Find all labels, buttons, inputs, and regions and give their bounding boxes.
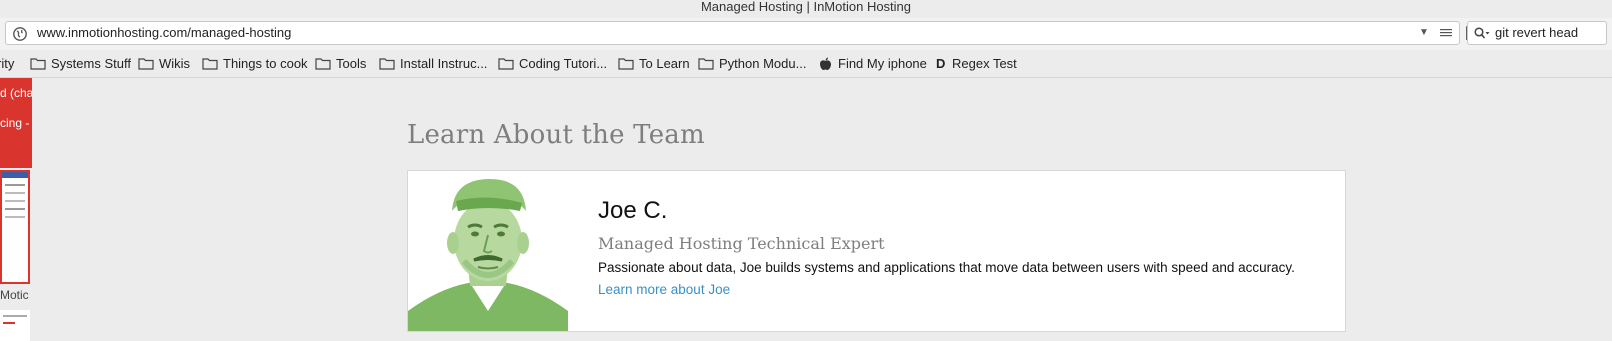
- url-text[interactable]: www.inmotionhosting.com/managed-hosting: [37, 22, 291, 44]
- member-name: Joe C.: [598, 197, 668, 224]
- bookmark-label: To Learn: [639, 56, 690, 71]
- url-bar[interactable]: www.inmotionhosting.com/managed-hosting …: [5, 21, 1476, 45]
- bookmark-label: Wikis: [159, 56, 191, 71]
- folder-icon: [202, 58, 218, 70]
- member-role: Managed Hosting Technical Expert: [598, 234, 885, 253]
- side-tab[interactable]: d (cha: [0, 78, 32, 108]
- section-title: Learn About the Team: [407, 120, 705, 150]
- side-panel: d (cha cing - Motic: [0, 78, 32, 341]
- folder-icon: [698, 58, 714, 70]
- learn-more-link[interactable]: Learn more about Joe: [598, 282, 730, 297]
- bookmark-label: Tools: [336, 56, 367, 71]
- folder-icon: [379, 58, 395, 70]
- member-portrait: [408, 171, 568, 331]
- side-tab[interactable]: [0, 138, 32, 168]
- search-input[interactable]: git revert head: [1495, 22, 1578, 44]
- folder-icon: [618, 58, 634, 70]
- team-member-card: Joe C. Managed Hosting Technical Expert …: [407, 170, 1346, 332]
- apple-icon: [820, 57, 831, 70]
- window-title: Managed Hosting | InMotion Hosting: [0, 0, 1612, 18]
- bookmark-label: Systems Stuff: [51, 56, 131, 71]
- thumbnail-line: [5, 208, 25, 210]
- side-tab-label: cing -: [0, 116, 30, 130]
- thumbnail-line: [5, 192, 25, 194]
- search-bar[interactable]: git revert head: [1467, 21, 1607, 45]
- thumbnail-header: [2, 172, 28, 178]
- tab-thumbnail[interactable]: [0, 310, 30, 341]
- chevron-down-icon[interactable]: ▼: [1419, 22, 1429, 44]
- search-icon[interactable]: [1474, 27, 1490, 40]
- folder-icon: [30, 58, 46, 70]
- thumbnail-line: [3, 322, 15, 324]
- side-tab[interactable]: cing -: [0, 108, 32, 138]
- bookmark-label: Coding Tutori...: [519, 56, 608, 71]
- thumbnail-line: [5, 200, 25, 202]
- folder-icon: [315, 58, 331, 70]
- thumbnail-line: [5, 216, 25, 218]
- bookmark-label: Install Instruc...: [400, 56, 488, 71]
- reader-mode-icon[interactable]: [1440, 27, 1452, 39]
- tab-thumbnail[interactable]: [0, 170, 30, 284]
- bookmark-label: Regex Test: [952, 56, 1017, 71]
- member-photo: [408, 171, 568, 331]
- bookmarks-toolbar: rity Systems Stuff Wikis Things to cook …: [0, 50, 1612, 78]
- bookmark-label: Python Modu...: [719, 56, 807, 71]
- d-letter-icon: D: [936, 56, 946, 71]
- bookmark-label: Things to cook: [223, 56, 308, 71]
- thumbnail-line: [3, 315, 27, 317]
- navigation-toolbar: www.inmotionhosting.com/managed-hosting …: [0, 18, 1612, 50]
- bookmark-label: Find My iphone: [838, 56, 927, 71]
- folder-icon: [498, 58, 514, 70]
- thumbnail-line: [5, 184, 25, 186]
- side-tab-label: d (cha: [0, 86, 32, 100]
- side-tab-label: Motic: [0, 288, 29, 302]
- bookmark-label: rity: [0, 56, 15, 71]
- folder-icon: [138, 58, 154, 70]
- globe-icon[interactable]: [13, 27, 27, 41]
- member-bio: Passionate about data, Joe builds system…: [598, 260, 1295, 275]
